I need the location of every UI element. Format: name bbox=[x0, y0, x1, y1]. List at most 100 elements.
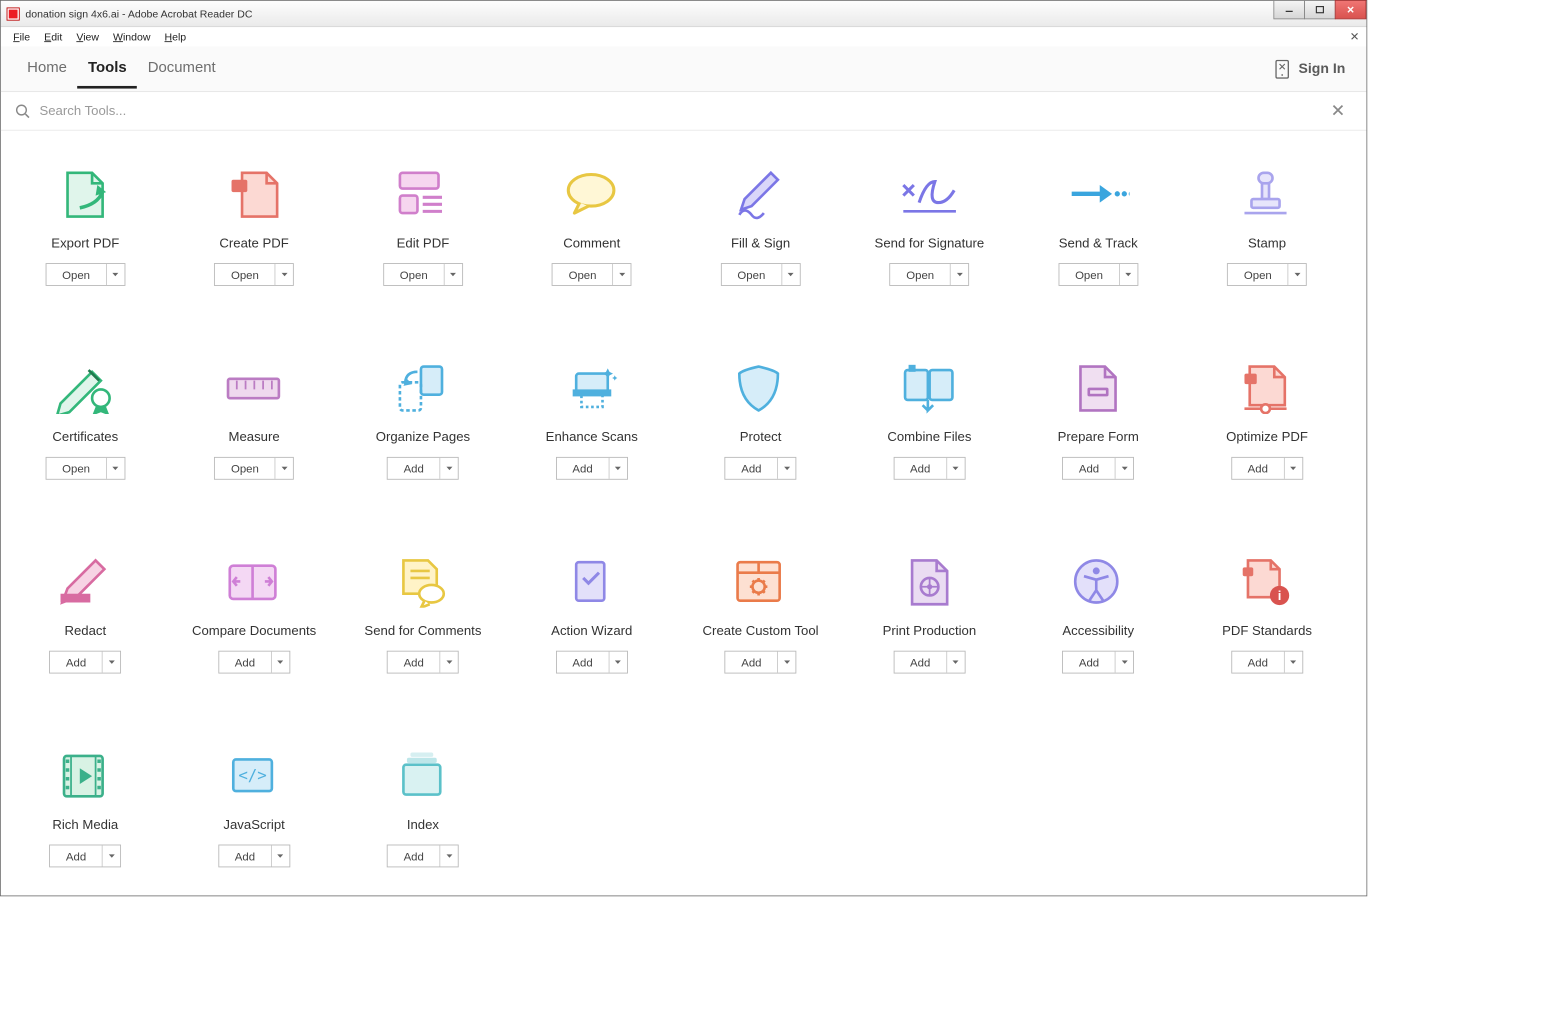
chevron-down-icon[interactable] bbox=[609, 458, 627, 479]
comment-icon[interactable] bbox=[557, 166, 627, 222]
custom-tool-icon[interactable] bbox=[725, 553, 795, 609]
chevron-down-icon[interactable] bbox=[276, 264, 294, 285]
add-button[interactable]: Add bbox=[388, 845, 441, 866]
measure-icon[interactable] bbox=[219, 360, 289, 416]
menu-file[interactable]: File bbox=[6, 29, 37, 45]
open-button[interactable]: Open bbox=[46, 264, 106, 285]
tool-compare: Compare DocumentsAdd bbox=[170, 553, 339, 673]
tools-content[interactable]: Export PDFOpenCreate PDFOpenEdit PDFOpen… bbox=[1, 131, 1366, 896]
chevron-down-icon[interactable] bbox=[947, 458, 965, 479]
chevron-down-icon[interactable] bbox=[272, 845, 290, 866]
chevron-down-icon[interactable] bbox=[951, 264, 969, 285]
chevron-down-icon[interactable] bbox=[1285, 458, 1303, 479]
pdf-standards-icon[interactable] bbox=[1232, 553, 1302, 609]
open-button[interactable]: Open bbox=[1059, 264, 1119, 285]
open-button[interactable]: Open bbox=[46, 458, 106, 479]
add-button[interactable]: Add bbox=[557, 458, 610, 479]
chevron-down-icon[interactable] bbox=[107, 264, 125, 285]
search-input[interactable] bbox=[39, 103, 1323, 118]
open-button[interactable]: Open bbox=[384, 264, 444, 285]
organize-icon[interactable] bbox=[388, 360, 458, 416]
search-bar: ✕ bbox=[1, 92, 1366, 131]
open-button[interactable]: Open bbox=[215, 264, 275, 285]
menu-window[interactable]: Window bbox=[106, 29, 157, 45]
certificates-icon[interactable] bbox=[50, 360, 120, 416]
add-button[interactable]: Add bbox=[50, 845, 103, 866]
export-pdf-icon[interactable] bbox=[50, 166, 120, 222]
add-button[interactable]: Add bbox=[50, 652, 103, 673]
chevron-down-icon[interactable] bbox=[272, 652, 290, 673]
open-button[interactable]: Open bbox=[890, 264, 950, 285]
chevron-down-icon[interactable] bbox=[1116, 458, 1134, 479]
add-button[interactable]: Add bbox=[219, 652, 272, 673]
add-button[interactable]: Add bbox=[388, 458, 441, 479]
add-button[interactable]: Add bbox=[1063, 458, 1116, 479]
add-button[interactable]: Add bbox=[894, 652, 947, 673]
add-button[interactable]: Add bbox=[725, 652, 778, 673]
menu-view[interactable]: View bbox=[69, 29, 106, 45]
add-button[interactable]: Add bbox=[388, 652, 441, 673]
chevron-down-icon[interactable] bbox=[1285, 652, 1303, 673]
chevron-down-icon[interactable] bbox=[1116, 652, 1134, 673]
prepare-form-icon[interactable] bbox=[1063, 360, 1133, 416]
add-button[interactable]: Add bbox=[1232, 458, 1285, 479]
chevron-down-icon[interactable] bbox=[103, 652, 121, 673]
chevron-down-icon[interactable] bbox=[107, 458, 125, 479]
chevron-down-icon[interactable] bbox=[441, 458, 459, 479]
signin-link[interactable]: Sign In bbox=[1299, 61, 1346, 77]
add-button[interactable]: Add bbox=[725, 458, 778, 479]
chevron-down-icon[interactable] bbox=[276, 458, 294, 479]
create-pdf-icon[interactable] bbox=[219, 166, 289, 222]
stamp-icon[interactable] bbox=[1232, 166, 1302, 222]
chevron-down-icon[interactable] bbox=[778, 458, 796, 479]
chevron-down-icon[interactable] bbox=[441, 652, 459, 673]
add-button[interactable]: Add bbox=[1232, 652, 1285, 673]
edit-pdf-icon[interactable] bbox=[388, 166, 458, 222]
add-button[interactable]: Add bbox=[219, 845, 272, 866]
search-clear-icon[interactable]: ✕ bbox=[1324, 100, 1353, 122]
action-wizard-icon[interactable] bbox=[557, 553, 627, 609]
open-button[interactable]: Open bbox=[553, 264, 613, 285]
accessibility-icon[interactable] bbox=[1063, 553, 1133, 609]
chevron-down-icon[interactable] bbox=[947, 652, 965, 673]
chevron-down-icon[interactable] bbox=[782, 264, 800, 285]
chevron-down-icon[interactable] bbox=[441, 845, 459, 866]
open-button[interactable]: Open bbox=[215, 458, 275, 479]
chevron-down-icon[interactable] bbox=[778, 652, 796, 673]
javascript-icon[interactable] bbox=[219, 747, 289, 803]
menu-edit[interactable]: Edit bbox=[37, 29, 69, 45]
protect-icon[interactable] bbox=[725, 360, 795, 416]
compare-icon[interactable] bbox=[219, 553, 289, 609]
chevron-down-icon[interactable] bbox=[1288, 264, 1306, 285]
tab-document[interactable]: Document bbox=[137, 50, 226, 89]
redact-icon[interactable] bbox=[50, 553, 120, 609]
add-button[interactable]: Add bbox=[1063, 652, 1116, 673]
rich-media-icon[interactable] bbox=[50, 747, 120, 803]
fill-sign-icon[interactable] bbox=[725, 166, 795, 222]
document-close-icon[interactable]: ✕ bbox=[1350, 30, 1360, 44]
send-track-icon[interactable] bbox=[1063, 166, 1133, 222]
send-comments-icon[interactable] bbox=[388, 553, 458, 609]
menu-help[interactable]: Help bbox=[157, 29, 193, 45]
index-icon[interactable] bbox=[388, 747, 458, 803]
combine-icon[interactable] bbox=[894, 360, 964, 416]
chevron-down-icon[interactable] bbox=[103, 845, 121, 866]
chevron-down-icon[interactable] bbox=[613, 264, 631, 285]
chevron-down-icon[interactable] bbox=[1120, 264, 1138, 285]
send-sig-icon[interactable] bbox=[894, 166, 964, 222]
tab-tools[interactable]: Tools bbox=[77, 50, 137, 89]
close-button[interactable] bbox=[1335, 0, 1367, 19]
minimize-button[interactable] bbox=[1273, 0, 1305, 19]
print-prod-icon[interactable] bbox=[894, 553, 964, 609]
open-button[interactable]: Open bbox=[722, 264, 782, 285]
optimize-icon[interactable] bbox=[1232, 360, 1302, 416]
maximize-button[interactable] bbox=[1304, 0, 1336, 19]
add-button[interactable]: Add bbox=[557, 652, 610, 673]
open-button[interactable]: Open bbox=[1228, 264, 1288, 285]
chevron-down-icon[interactable] bbox=[444, 264, 462, 285]
mobile-link-icon[interactable] bbox=[1274, 59, 1290, 78]
chevron-down-icon[interactable] bbox=[609, 652, 627, 673]
enhance-icon[interactable] bbox=[557, 360, 627, 416]
add-button[interactable]: Add bbox=[894, 458, 947, 479]
tab-home[interactable]: Home bbox=[17, 50, 78, 89]
